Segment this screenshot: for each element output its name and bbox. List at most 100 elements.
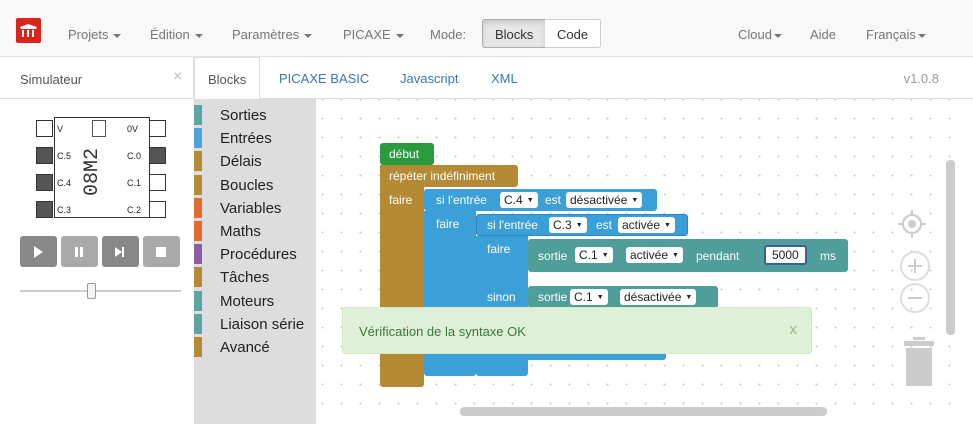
output-state-dropdown[interactable]: activée ▼ [626, 247, 683, 263]
menu-picaxe[interactable]: PICAXE [343, 27, 404, 42]
pin-v [36, 120, 53, 137]
pin-dropdown-value: C.1 [579, 248, 598, 262]
is-label: est [545, 193, 562, 207]
mode-code-button[interactable]: Code [545, 19, 602, 48]
pin-dropdown-c4[interactable]: C.4 ▼ [500, 192, 538, 208]
category-color-bar [194, 267, 202, 288]
mode-blocks-button[interactable]: Blocks [482, 19, 547, 48]
pin-c1[interactable] [149, 174, 166, 191]
repeat-block-label: répéter indéfiniment [389, 169, 496, 183]
menu-parametres-label: Paramètres [232, 27, 300, 42]
play-icon [34, 246, 43, 258]
zoom-in-icon[interactable] [900, 251, 930, 281]
pin-label-c1: C.1 [127, 178, 142, 188]
stop-icon [156, 247, 166, 257]
speed-slider-thumb[interactable] [87, 283, 96, 299]
repeat-block-body[interactable] [380, 187, 424, 387]
state-dropdown-value: activée [630, 248, 669, 262]
dropdown-arrow-icon: ▼ [526, 197, 534, 204]
menu-edition-label: Édition [150, 27, 190, 42]
pin-label-c0: C.0 [127, 151, 142, 161]
dropdown-arrow-icon: ▼ [664, 222, 671, 229]
category-color-bar [194, 244, 202, 265]
toolbox-category-7[interactable]: Tâches [194, 267, 316, 288]
toolbox-category-4[interactable]: Variables [194, 197, 316, 218]
if-do-label-2: faire [487, 242, 511, 256]
caret-down-icon [917, 33, 926, 38]
close-icon[interactable]: × [173, 68, 182, 86]
category-label: Boucles [220, 176, 274, 194]
toast-message: Vérification de la syntaxe OK [359, 324, 526, 339]
output-pin-dropdown[interactable]: C.1 ▼ [575, 247, 613, 263]
pause-button[interactable] [61, 236, 98, 267]
pin-c5[interactable] [36, 147, 53, 164]
else-label: sinon [487, 290, 516, 304]
version-label: v1.0.8 [903, 71, 939, 86]
tab-xml[interactable]: XML [491, 71, 518, 86]
toast-close-button[interactable]: x [790, 321, 798, 338]
chip-name: 08M2 [81, 147, 104, 196]
toolbox-category-2[interactable]: Délais [194, 151, 316, 172]
toolbox-category-5[interactable]: Maths [194, 221, 316, 241]
tab-blocks[interactable]: Blocks [194, 57, 261, 100]
toolbox-category-8[interactable]: Moteurs [194, 290, 316, 311]
menu-cloud[interactable]: Cloud [738, 27, 782, 42]
category-label: Délais [220, 153, 262, 171]
menu-aide[interactable]: Aide [810, 27, 836, 42]
speed-slider-track[interactable] [20, 290, 181, 292]
simulator-title: Simulateur [20, 72, 83, 87]
state-dropdown-on[interactable]: activée ▼ [618, 217, 675, 233]
output-pin-dropdown-2[interactable]: C.1 ▼ [570, 289, 608, 305]
state-dropdown-value: activée [622, 218, 661, 232]
toolbox-category-9[interactable]: Liaison série [194, 313, 316, 334]
output-label-2: sortie [538, 290, 568, 304]
pin-c4[interactable] [36, 174, 53, 191]
picaxe-logo-icon[interactable] [16, 18, 41, 43]
pin-dropdown-value: C.4 [504, 193, 523, 207]
category-color-bar [194, 337, 202, 357]
pin-0v [149, 120, 166, 137]
toolbox-category-6[interactable]: Procédures [194, 244, 316, 265]
category-label: Variables [220, 199, 282, 217]
dropdown-arrow-icon: ▼ [596, 294, 604, 301]
category-label: Moteurs [220, 292, 275, 310]
syntax-check-toast: Vérification de la syntaxe OK x [342, 307, 812, 354]
dropdown-arrow-icon: ▼ [601, 252, 609, 259]
caret-down-icon [773, 33, 782, 38]
menu-parametres[interactable]: Paramètres [232, 27, 313, 42]
toolbox-category-1[interactable]: Entrées [194, 128, 316, 149]
simulator-header: Simulateur × [0, 57, 194, 99]
toolbox-category-10[interactable]: Avancé [194, 337, 316, 357]
menu-language-label: Français [866, 27, 916, 42]
editor-tabs: Blocks PICAXE BASIC Javascript XML v1.0.… [194, 57, 973, 100]
toolbox-category-0[interactable]: Sorties [194, 105, 316, 125]
tab-javascript[interactable]: Javascript [400, 71, 459, 86]
pin-c0[interactable] [149, 147, 166, 164]
state-dropdown-off[interactable]: désactivée ▼ [566, 192, 643, 208]
category-color-bar [194, 221, 202, 241]
state-dropdown-value: désactivée [624, 290, 682, 304]
duration-input[interactable]: 5000 [764, 245, 807, 265]
workspace-vertical-scrollbar[interactable] [946, 160, 955, 335]
play-button[interactable] [20, 236, 57, 267]
menu-language[interactable]: Français [866, 27, 926, 42]
pin-c2[interactable] [149, 201, 166, 218]
menu-projets-label: Projets [68, 27, 109, 42]
pin-dropdown-value: C.3 [553, 218, 572, 232]
pin-c3[interactable] [36, 201, 53, 218]
menu-projets[interactable]: Projets [68, 27, 122, 42]
trash-icon[interactable] [903, 337, 935, 387]
stop-button[interactable] [143, 236, 180, 267]
toolbox-category-3[interactable]: Boucles [194, 174, 316, 195]
center-icon[interactable] [897, 209, 927, 239]
menu-edition[interactable]: Édition [150, 27, 203, 42]
top-navbar: Projets Édition Paramètres PICAXE Mode: … [0, 0, 973, 57]
pin-dropdown-c3[interactable]: C.3 ▼ [549, 217, 587, 233]
step-button[interactable] [102, 236, 139, 267]
output-state-dropdown-2[interactable]: désactivée ▼ [620, 289, 697, 305]
zoom-out-icon[interactable] [900, 283, 930, 313]
workspace-horizontal-scrollbar[interactable] [460, 407, 827, 416]
caret-down-icon [304, 33, 313, 38]
if-input-label: si l'entrée [436, 193, 487, 207]
tab-picaxe-basic[interactable]: PICAXE BASIC [279, 71, 369, 86]
